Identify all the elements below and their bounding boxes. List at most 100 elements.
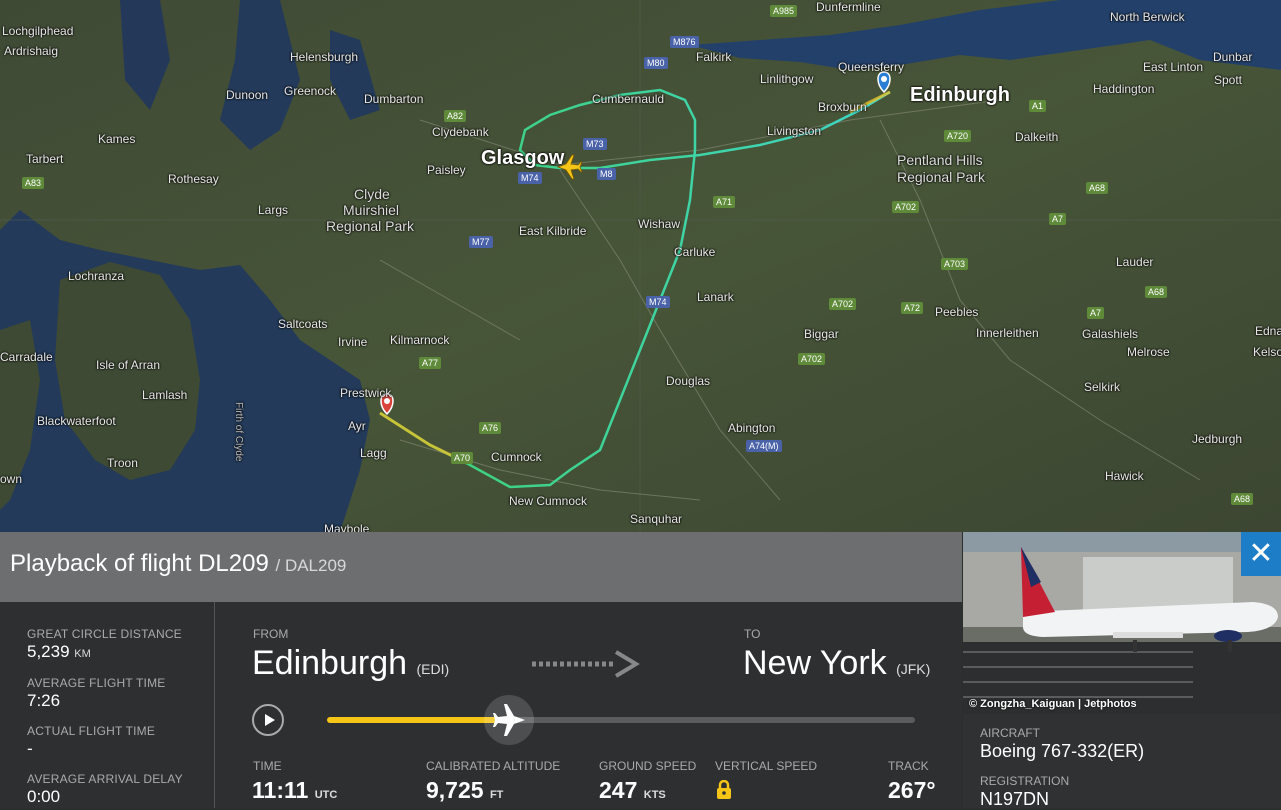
road-shield: A82 — [444, 110, 467, 122]
map-place-label: Selkirk — [1084, 380, 1121, 394]
road-shield: M74 — [518, 172, 542, 184]
map-place-label: Kelso — [1253, 345, 1281, 359]
map-place-label: Lauder — [1116, 255, 1154, 269]
map-place-label: Dunoon — [226, 88, 269, 102]
map-place-label: North Berwick — [1110, 10, 1185, 24]
map-place-label: Blackwaterfoot — [37, 414, 116, 428]
close-icon: ✕ — [1248, 537, 1274, 570]
road-shield: A7 — [1049, 213, 1067, 225]
map-place-label: Muirshiel — [343, 202, 400, 218]
map-place-label: Wishaw — [638, 217, 681, 231]
panel-header: Playback of flight DL209 / DAL209 — [0, 532, 962, 602]
map-place-label: Prestwick — [340, 386, 392, 400]
flight-stats: GREAT CIRCLE DISTANCE 5,239 KM AVERAGE F… — [0, 602, 215, 808]
stat-value: 5,239 KM — [27, 642, 91, 661]
map-place-label: Hawick — [1105, 469, 1144, 483]
flight-title: Playback of flight DL209 — [10, 550, 269, 577]
map-place-label: Dalkeith — [1015, 130, 1059, 144]
map-place-label: East Linton — [1143, 60, 1204, 74]
map-place-label: Ardrishaig — [4, 44, 59, 58]
map-place-label: Dunbar — [1213, 50, 1253, 64]
road-shield: A702 — [829, 298, 857, 310]
play-button[interactable] — [252, 704, 284, 736]
map-place-label: Lochgilphead — [2, 24, 74, 38]
road-shield: A720 — [944, 130, 972, 142]
map-place-label: Largs — [258, 203, 289, 217]
playback-panel: Playback of flight DL209 / DAL209 GREAT … — [0, 532, 962, 808]
map-place-label: Rothesay — [168, 172, 219, 186]
telemetry-label: CALIBRATED ALTITUDE — [426, 759, 561, 773]
map-place-label: Haddington — [1093, 82, 1155, 96]
aircraft-photo[interactable]: © Zongzha_Kaiguan | Jetphotos — [963, 532, 1281, 714]
stat-label: AVERAGE ARRIVAL DELAY — [27, 772, 183, 786]
road-shield: A74(M) — [746, 440, 782, 452]
airplane-icon — [493, 704, 526, 736]
map-place-label: Biggar — [804, 327, 839, 341]
road-shield: A70 — [451, 452, 474, 464]
stat-label: GREAT CIRCLE DISTANCE — [27, 627, 182, 641]
map-place-label: Sanquhar — [630, 512, 683, 526]
map-place-label: East Kilbride — [519, 224, 587, 238]
map-place-label: Regional Park — [897, 169, 985, 185]
map-place-label: Helensburgh — [290, 50, 359, 64]
telemetry-label: VERTICAL SPEED — [715, 759, 818, 773]
map-place-label: Kilmarnock — [390, 333, 450, 347]
timeline-handle[interactable] — [484, 695, 535, 745]
map-place-label: Abington — [728, 421, 776, 435]
playback-timeline[interactable] — [327, 695, 915, 745]
map-terrain — [0, 0, 1281, 532]
road-shield: M876 — [670, 36, 699, 48]
timeline-progress — [327, 717, 510, 723]
destination-city: New York (JFK) — [743, 644, 931, 682]
road-shield: M77 — [469, 236, 493, 248]
map-place-label: New Cumnock — [509, 494, 588, 508]
map-place-label: Jedburgh — [1192, 432, 1243, 446]
map-place-label: Clydebank — [432, 125, 489, 139]
map-place-label: Maybole — [324, 522, 370, 532]
map-place-label: Cumbernauld — [592, 92, 665, 106]
map-place-label: Pentland Hills — [897, 152, 983, 168]
stat-value: 0:00 — [27, 787, 61, 806]
road-shield: A1 — [1029, 100, 1047, 112]
stat-label: ACTUAL FLIGHT TIME — [27, 724, 156, 738]
map-place-label: Saltcoats — [278, 317, 328, 331]
telemetry-label: TRACK — [888, 759, 929, 773]
direction-arrow-icon — [530, 650, 640, 683]
map-place-label: Lagg — [360, 446, 387, 460]
road-shield: A76 — [479, 422, 502, 434]
road-shield: A83 — [22, 177, 45, 189]
map-place-label: Livingston — [767, 124, 822, 138]
map-place-label: Lochranza — [68, 269, 125, 283]
aircraft-label: AIRCRAFT — [980, 726, 1040, 740]
map-place-label: Edinburgh — [910, 84, 1010, 106]
map-place-label: Cumnock — [491, 450, 542, 464]
registration-value: N197DN — [980, 789, 1050, 809]
telemetry-track: 267° — [888, 777, 936, 803]
map-place-label: Greenock — [284, 84, 337, 98]
telemetry-ground-speed: 247 KTS — [599, 777, 666, 803]
map-place-label: Peebles — [935, 305, 979, 319]
from-label: FROM — [253, 627, 289, 641]
road-shield: M80 — [644, 57, 668, 69]
map-place-label: Firth of Clyde — [233, 402, 244, 462]
map-place-label: Lanark — [697, 290, 734, 304]
road-shield: A702 — [798, 353, 826, 365]
telemetry-time: 11:11 UTC — [252, 777, 338, 803]
stat-label: AVERAGE FLIGHT TIME — [27, 676, 166, 690]
flight-map[interactable]: Lochgilphead Ardrishaig Helensburgh Dunoon G… — [0, 0, 1281, 532]
map-place-label: Broxburn — [818, 100, 867, 114]
map-place-label: Lamlash — [142, 388, 188, 402]
map-place-label: Troon — [107, 456, 138, 470]
photo-credit[interactable]: © Zongzha_Kaiguan | Jetphotos — [969, 698, 1137, 710]
road-shield: A68 — [1145, 286, 1168, 298]
lock-icon — [716, 779, 732, 805]
road-shield: A72 — [901, 302, 924, 314]
map-place-label: Regional Park — [326, 218, 414, 234]
road-shield: A68 — [1231, 493, 1254, 505]
road-shield: A7 — [1087, 307, 1105, 319]
map-place-label: Ayr — [348, 419, 366, 433]
close-button[interactable]: ✕ — [1241, 532, 1281, 576]
map-place-label: Tarbert — [26, 152, 64, 166]
map-place-label: Glasgow — [481, 147, 565, 169]
origin-city: Edinburgh (EDI) — [252, 644, 450, 682]
